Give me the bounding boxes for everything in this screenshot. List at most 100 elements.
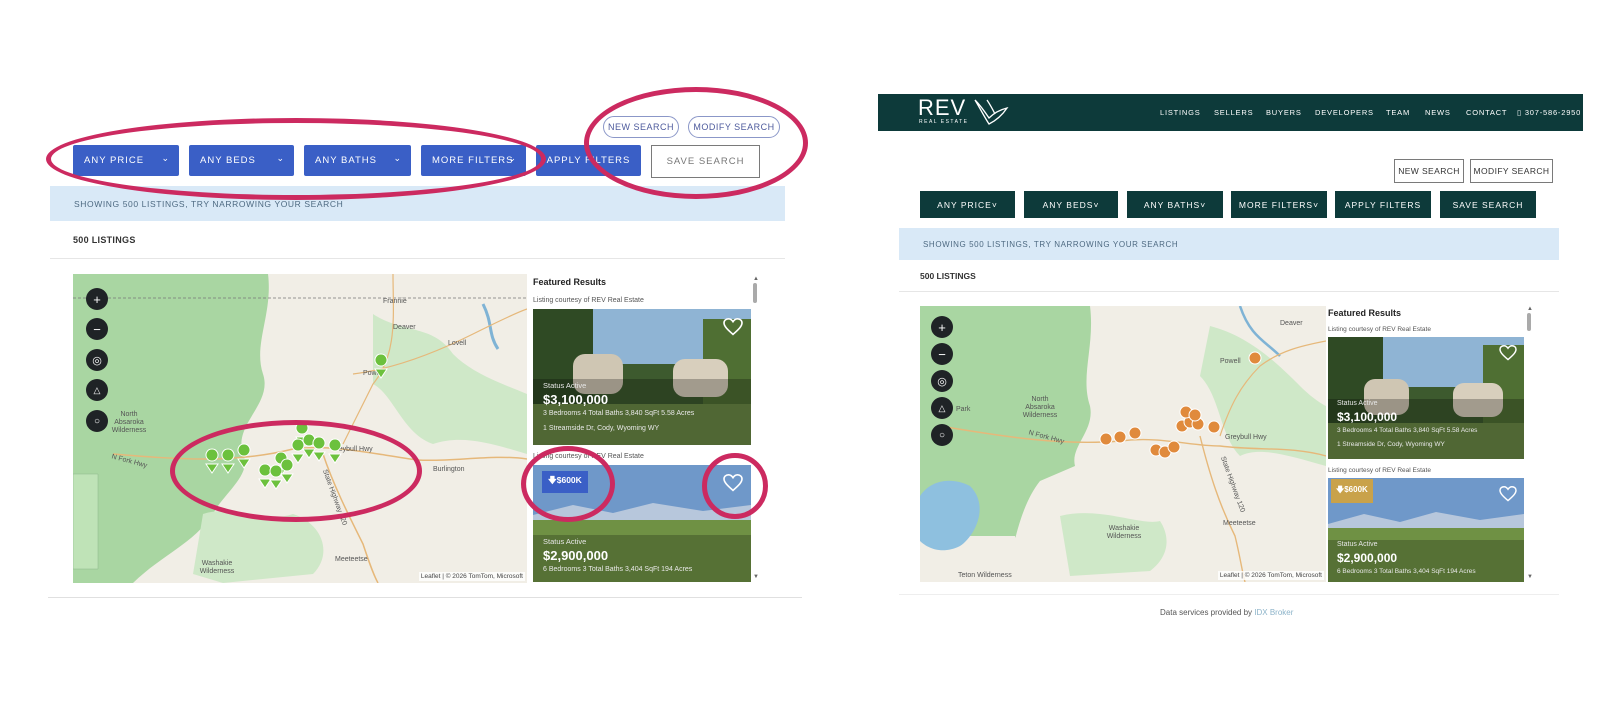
listing-card[interactable]: 🡇$600K Status Active $2,900,000 6 Bedroo… — [533, 465, 751, 582]
price-drop-badge: 🡇$600K — [542, 471, 588, 493]
listing-status: Status Active — [1337, 541, 1378, 548]
chevron-down-icon: ˅ — [1313, 199, 1320, 210]
save-search-button[interactable]: SAVE SEARCH — [1440, 191, 1536, 218]
arrow-down-icon: 🡇 — [548, 475, 557, 485]
polygon-draw-icon[interactable]: △ — [86, 379, 108, 401]
circle-draw-icon[interactable]: ○ — [931, 424, 953, 446]
map-pin — [328, 438, 342, 464]
scroll-down-icon[interactable]: ▼ — [1527, 574, 1533, 580]
listing-card[interactable]: 🡇$600K Status Active $2,900,000 6 Bedroo… — [1328, 478, 1524, 582]
zoom-out-button[interactable]: − — [86, 318, 108, 340]
nav-sellers[interactable]: SELLERS — [1214, 108, 1253, 117]
scrollbar[interactable]: ▲ — [753, 276, 759, 306]
results-banner: SHOWING 500 LISTINGS, TRY NARROWING YOUR… — [50, 186, 785, 221]
nav-news[interactable]: NEWS — [1425, 108, 1451, 117]
listing-card[interactable]: Status Active $3,100,000 3 Bedrooms 4 To… — [1328, 337, 1524, 459]
listings-map[interactable]: Frannie Deaver Lovell Powell North Absar… — [73, 274, 527, 583]
any-price-dropdown[interactable]: ANY PRICE ˅ — [920, 191, 1015, 218]
more-filters-dropdown[interactable]: MORE FILTERS ˅ — [1231, 191, 1327, 218]
nav-developers[interactable]: DEVELOPERS — [1315, 108, 1374, 117]
map-pin — [291, 438, 305, 464]
listing-meta: 6 Bedrooms 3 Total Baths 3,404 SqFt 194 … — [1337, 568, 1476, 575]
any-beds-dropdown[interactable]: ANY BEDS ⌄ — [189, 145, 294, 176]
price-drop-amount: $600K — [1344, 485, 1368, 494]
circle-draw-icon[interactable]: ○ — [86, 410, 108, 432]
more-filters-label: MORE FILTERS — [1238, 199, 1314, 210]
map-pin — [1207, 420, 1221, 434]
any-price-dropdown[interactable]: ANY PRICE ⌄ — [73, 145, 179, 176]
listing-courtesy: Listing courtesy of REV Real Estate — [1328, 326, 1431, 333]
more-filters-label: MORE FILTERS — [432, 155, 514, 166]
listing-meta: 3 Bedrooms 4 Total Baths 3,840 SqFt 5.58… — [543, 410, 695, 417]
price-drop-amount: $600K — [556, 475, 582, 485]
modify-search-button[interactable]: MODIFY SEARCH — [688, 116, 780, 138]
polygon-draw-icon[interactable]: △ — [931, 397, 953, 419]
listing-address: 1 Streamside Dr, Cody, Wyoming WY — [1337, 441, 1445, 448]
divider — [899, 291, 1559, 292]
any-beds-dropdown[interactable]: ANY BEDS ˅ — [1024, 191, 1118, 218]
listing-courtesy: Listing courtesy of REV Real Estate — [1328, 467, 1431, 474]
phone-icon: ▯ — [1517, 108, 1525, 117]
listing-price: $3,100,000 — [1337, 410, 1398, 424]
map-pin — [1128, 426, 1142, 440]
apply-filters-button[interactable]: APPLY FILTERS — [1335, 191, 1431, 218]
any-baths-dropdown[interactable]: ANY BATHS ⌄ — [304, 145, 411, 176]
save-search-button[interactable]: SAVE SEARCH — [651, 145, 760, 178]
any-beds-label: ANY BEDS — [200, 155, 256, 166]
map-pin — [258, 463, 272, 489]
map-pin — [1167, 440, 1181, 454]
zoom-out-button[interactable]: − — [931, 343, 953, 365]
nav-listings[interactable]: LISTINGS — [1160, 108, 1201, 117]
more-filters-dropdown[interactable]: MORE FILTERS ⌄ — [421, 145, 526, 176]
brand-logo[interactable]: REV — [918, 95, 966, 121]
apply-filters-button[interactable]: APPLY FILTERS — [536, 145, 641, 176]
listing-status: Status Active — [543, 381, 587, 390]
map-pin — [1113, 430, 1127, 444]
chevron-down-icon: ˅ — [1200, 199, 1207, 210]
map-pin — [374, 353, 388, 379]
globe-icon[interactable]: ◎ — [86, 349, 108, 371]
divider — [899, 594, 1559, 595]
phone-number: 307-586-2950 — [1524, 108, 1582, 117]
any-baths-dropdown[interactable]: ANY BATHS ˅ — [1127, 191, 1223, 218]
listing-price: $2,900,000 — [1337, 551, 1398, 565]
listing-status: Status Active — [1337, 400, 1378, 407]
listings-map[interactable]: Deaver Powell North Absaroka Wilderness … — [920, 306, 1326, 582]
new-search-button[interactable]: NEW SEARCH — [603, 116, 679, 138]
favorite-heart-icon[interactable] — [1499, 345, 1517, 361]
scroll-down-icon[interactable]: ▼ — [753, 574, 759, 580]
favorite-heart-icon[interactable] — [723, 318, 743, 336]
nav-contact[interactable]: CONTACT — [1466, 108, 1507, 117]
listing-courtesy: Listing courtesy of REV Real Estate — [533, 453, 644, 460]
map-pins — [1099, 351, 1262, 459]
any-baths-label: ANY BATHS — [1143, 199, 1201, 210]
listing-meta: 3 Bedrooms 4 Total Baths 3,840 SqFt 5.58… — [1337, 427, 1478, 434]
any-beds-label: ANY BEDS — [1042, 199, 1094, 210]
listing-courtesy: Listing courtesy of REV Real Estate — [533, 297, 644, 304]
map-pins — [205, 353, 388, 490]
new-search-button[interactable]: NEW SEARCH — [1394, 159, 1464, 183]
nav-buyers[interactable]: BUYERS — [1266, 108, 1302, 117]
listing-address: 1 Streamside Dr, Cody, Wyoming WY — [543, 425, 660, 432]
modify-search-button[interactable]: MODIFY SEARCH — [1470, 159, 1553, 183]
listing-count: 500 LISTINGS — [73, 235, 136, 245]
zoom-in-button[interactable]: + — [931, 316, 953, 338]
globe-icon[interactable]: ◎ — [931, 370, 953, 392]
footer-credit: Data services provided by IDX Broker — [1160, 608, 1293, 617]
chevron-down-icon: ⌄ — [161, 153, 170, 163]
scrollbar[interactable]: ▲ — [1527, 306, 1533, 336]
listing-card[interactable]: Status Active $3,100,000 3 Bedrooms 4 To… — [533, 309, 751, 445]
map-pin — [302, 433, 316, 459]
idx-broker-link[interactable]: IDX Broker — [1254, 608, 1293, 617]
pin-group — [205, 353, 388, 490]
chevron-down-icon: ⌄ — [276, 153, 285, 163]
nav-phone[interactable]: ▯ 307-586-2950 — [1517, 108, 1581, 117]
favorite-heart-icon[interactable] — [723, 474, 743, 492]
featured-results-title: Featured Results — [533, 277, 607, 287]
chevron-down-icon: ⌄ — [393, 153, 402, 163]
favorite-heart-icon[interactable] — [1499, 486, 1517, 502]
zoom-in-button[interactable]: + — [86, 288, 108, 310]
map-attribution: Leaflet | © 2026 TomTom, Microsoft — [1217, 571, 1324, 580]
listing-status: Status Active — [543, 537, 587, 546]
nav-team[interactable]: TEAM — [1386, 108, 1410, 117]
